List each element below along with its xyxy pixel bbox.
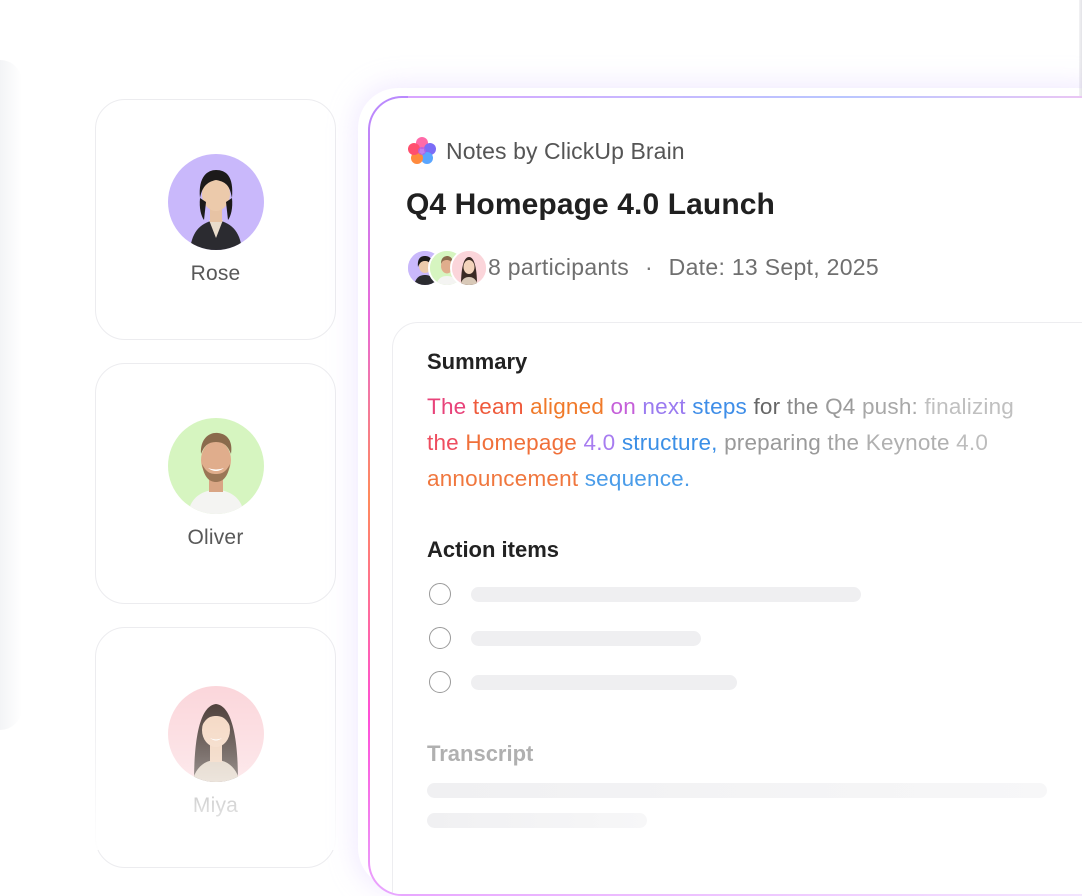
- summary-word: the: [427, 430, 459, 455]
- summary-word: push:: [861, 394, 919, 419]
- note-title: Q4 Homepage 4.0 Launch: [406, 188, 775, 221]
- mini-avatar-icon: [450, 249, 488, 287]
- participant-name: Rose: [190, 262, 241, 285]
- summary-word: team: [472, 394, 524, 419]
- summary-word: finalizing: [924, 394, 1015, 419]
- summary-word: structure,: [621, 430, 718, 455]
- person-avatar-icon: [168, 154, 264, 250]
- meta-separator: ·: [645, 253, 653, 280]
- person-avatar-icon: [168, 418, 264, 514]
- person-avatar-icon: [168, 686, 264, 782]
- action-items-heading: Action items: [427, 537, 560, 562]
- action-item-placeholder: [471, 631, 701, 646]
- summary-word: Q4: [825, 394, 856, 419]
- summary-line: The team aligned on next steps for the Q…: [427, 389, 1082, 425]
- summary-word: aligned: [530, 394, 605, 419]
- summary-line: the Homepage 4.0 structure, preparing th…: [427, 425, 1082, 461]
- summary-word: the: [827, 430, 860, 455]
- content-fade-overlay: [393, 843, 1082, 894]
- action-item-placeholder: [471, 587, 861, 602]
- transcript-placeholder: [427, 783, 1047, 798]
- action-item-checkbox[interactable]: [429, 671, 451, 693]
- summary-text: The team aligned on next steps for the Q…: [427, 389, 1082, 497]
- notes-content-card: Summary The team aligned on next steps f…: [392, 322, 1082, 894]
- brand-label: Notes by ClickUp Brain: [446, 137, 685, 164]
- participant-name: Oliver: [187, 526, 244, 549]
- summary-word: steps: [692, 394, 747, 419]
- summary-word: The: [427, 394, 467, 419]
- summary-word: Keynote: [865, 430, 950, 455]
- summary-line: announcement sequence.: [427, 461, 1082, 497]
- participant-card-miya[interactable]: Miya: [95, 627, 336, 868]
- transcript-heading: Transcript: [427, 741, 534, 766]
- summary-word: for: [753, 394, 781, 419]
- participant-card-rose[interactable]: Rose: [95, 99, 336, 340]
- summary-word: sequence.: [584, 466, 691, 491]
- meeting-date: Date: 13 Sept, 2025: [668, 253, 879, 280]
- meta-row: 8 participants · Date: 13 Sept, 2025: [406, 248, 879, 287]
- summary-word: on: [610, 394, 636, 419]
- summary-word: preparing: [724, 430, 821, 455]
- action-item-checkbox[interactable]: [429, 627, 451, 649]
- clickup-brain-icon: [408, 137, 436, 164]
- participants-count: 8 participants: [488, 253, 629, 280]
- summary-heading: Summary: [427, 349, 528, 374]
- action-item-placeholder: [471, 675, 737, 690]
- participant-avatar-stack[interactable]: [406, 248, 488, 287]
- summary-word: the: [786, 394, 819, 419]
- summary-word: next: [642, 394, 686, 419]
- summary-word: 4.0: [956, 430, 989, 455]
- summary-word: 4.0: [583, 430, 616, 455]
- transcript-placeholder: [427, 813, 647, 828]
- background-glow: [0, 60, 22, 730]
- summary-word: announcement: [427, 466, 579, 491]
- summary-word: Homepage: [465, 430, 578, 455]
- notes-header: Notes by ClickUp Brain: [406, 136, 685, 166]
- notes-panel: Notes by ClickUp Brain Q4 Homepage 4.0 L…: [368, 96, 1082, 896]
- action-item-checkbox[interactable]: [429, 583, 451, 605]
- participant-name: Miya: [192, 794, 239, 817]
- participant-card-oliver[interactable]: Oliver: [95, 363, 336, 604]
